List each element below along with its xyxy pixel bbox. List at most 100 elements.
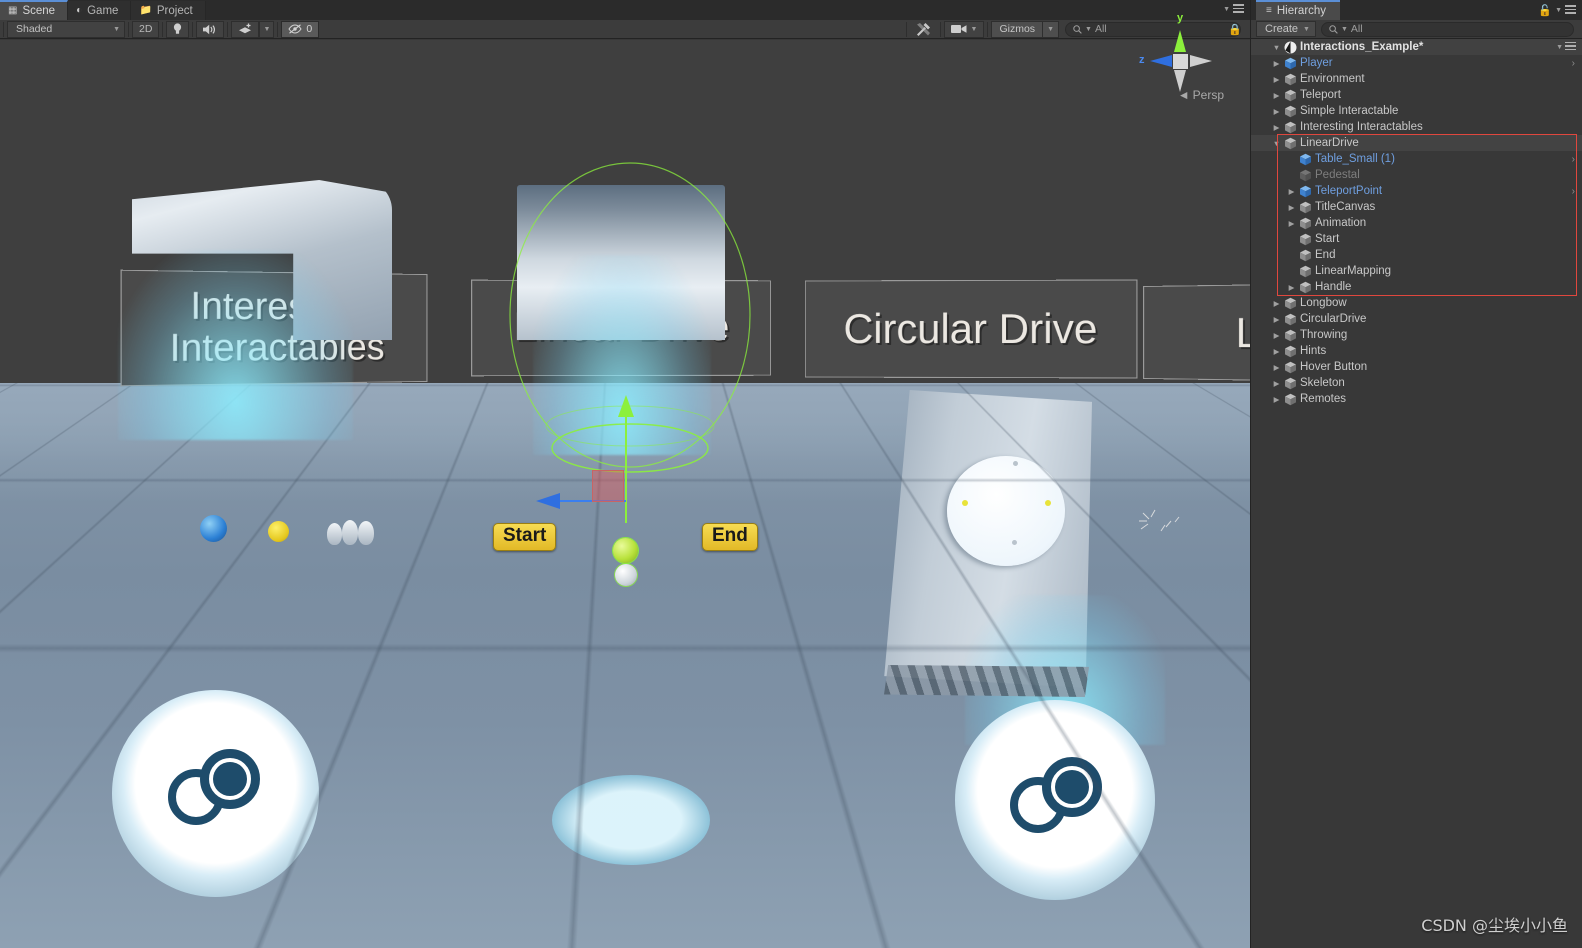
hidden-objects-count: 0 [306,24,312,35]
prefab-cube-icon [1298,153,1313,166]
twisty-collapsed-icon[interactable]: ▶ [1270,363,1283,372]
dial-handle-top[interactable] [1013,461,1018,466]
circular-drive-dial[interactable] [947,456,1065,566]
hierarchy-item-interesting-interactables[interactable]: ▶ Interesting Interactables [1251,119,1582,135]
scene-camera-button[interactable]: ▼ [944,21,985,38]
gameobject-cube-icon [1283,377,1298,390]
tab-scene[interactable]: ▦ Scene [0,0,68,20]
chevron-down-icon: ▼ [1303,26,1310,33]
hierarchy-item-pedestal[interactable]: Pedestal [1251,167,1582,183]
hierarchy-item-label: Longbow [1298,297,1347,309]
twisty-collapsed-icon[interactable]: ▶ [1270,123,1283,132]
twisty-collapsed-icon[interactable]: ▶ [1270,379,1283,388]
toolbar-divider [3,22,4,37]
hierarchy-item-skeleton[interactable]: ▶ Skeleton [1251,375,1582,391]
twisty-expanded-icon[interactable]: ▼ [1270,139,1283,148]
twisty-collapsed-icon[interactable]: ▶ [1270,315,1283,324]
create-button[interactable]: Create ▼ [1256,21,1316,37]
twisty-collapsed-icon[interactable]: ▶ [1270,347,1283,356]
dial-handle-left[interactable] [962,500,968,506]
hierarchy-item-label: LinearMapping [1313,265,1391,277]
hierarchy-search-input[interactable]: ▼ All [1321,22,1574,37]
hierarchy-item-circulardrive[interactable]: ▶ CircularDrive [1251,311,1582,327]
hierarchy-item-animation[interactable]: ▶ Animation [1251,215,1582,231]
gizmo-axis-y[interactable] [625,413,627,523]
toggle-2d-button[interactable]: 2D [132,21,159,38]
lock-icon[interactable]: 🔓 [1538,4,1552,17]
scene-orientation-gizmo[interactable]: y z [1132,12,1228,120]
twisty-collapsed-icon[interactable]: ▶ [1285,219,1298,228]
panel-menu-icon [1565,5,1576,16]
draw-mode-dropdown[interactable]: Shaded ▼ [7,21,125,38]
hierarchy-item-label: Remotes [1298,393,1346,405]
scene-fx-dropdown[interactable]: ▼ [259,21,274,38]
tab-hierarchy[interactable]: ≡ Hierarchy [1256,0,1340,20]
gameobject-cube-icon [1298,281,1313,294]
transform-gizmo[interactable] [520,395,700,530]
scene-audio-button[interactable] [196,21,224,38]
hierarchy-item-environment[interactable]: ▶ Environment [1251,71,1582,87]
scene-row-menu[interactable]: ▼ [1556,42,1576,53]
hierarchy-item-start[interactable]: Start [1251,231,1582,247]
twisty-expanded-icon[interactable]: ▼ [1270,43,1283,52]
hierarchy-item-label: Pedestal [1313,169,1360,181]
hierarchy-item-titlecanvas[interactable]: ▶ TitleCanvas [1251,199,1582,215]
twisty-collapsed-icon[interactable]: ▶ [1270,107,1283,116]
hierarchy-item-teleport[interactable]: ▶ Teleport [1251,87,1582,103]
gizmo-axis-y-arrow[interactable] [616,395,636,417]
toolbar-divider [277,22,278,37]
dial-handle-bottom[interactable] [1012,540,1017,545]
twisty-collapsed-icon[interactable]: ▶ [1270,299,1283,308]
scene-lighting-button[interactable] [166,21,189,38]
scene-lock-icon[interactable]: 🔒 [1228,23,1242,36]
hierarchy-item-throwing[interactable]: ▶ Throwing [1251,327,1582,343]
twisty-collapsed-icon[interactable]: ▶ [1270,59,1283,68]
hierarchy-item-label: Table_Small (1) [1313,153,1395,165]
hierarchy-item-player[interactable]: ▶ Player › [1251,55,1582,71]
twisty-collapsed-icon[interactable]: ▶ [1270,91,1283,100]
gameobject-cube-icon [1298,265,1313,278]
hierarchy-item-longbow[interactable]: ▶ Longbow [1251,295,1582,311]
hierarchy-item-simple-interactable[interactable]: ▶ Simple Interactable [1251,103,1582,119]
open-prefab-chevron-icon[interactable]: › [1572,154,1575,165]
hierarchy-item-hover-button[interactable]: ▶ Hover Button [1251,359,1582,375]
tab-project[interactable]: 📁 Project [131,1,205,20]
hierarchy-item-hints[interactable]: ▶ Hints [1251,343,1582,359]
circular-drive-base-stripes [884,665,1089,697]
gizmo-plane-handle[interactable] [592,470,624,502]
hierarchy-item-table-small-1[interactable]: Table_Small (1) › [1251,151,1582,167]
watermark: CSDN @尘埃小小鱼 [1421,912,1568,936]
hidden-objects-button[interactable]: 0 [281,21,319,38]
scene-viewport[interactable]: Interesting Interactables Linear Drive C… [0,40,1250,948]
hierarchy-item-label: TitleCanvas [1313,201,1375,213]
open-prefab-chevron-icon[interactable]: › [1572,58,1575,69]
hierarchy-item-linearmapping[interactable]: LinearMapping [1251,263,1582,279]
anchor-end-sphere[interactable] [615,564,637,586]
gizmos-dropdown[interactable]: ▼ [1042,22,1058,37]
hierarchy-item-lineardrive[interactable]: ▼ LinearDrive [1251,135,1582,151]
twisty-collapsed-icon[interactable]: ▶ [1285,203,1298,212]
hierarchy-item-teleportpoint[interactable]: ▶ TeleportPoint › [1251,183,1582,199]
hierarchy-item-handle[interactable]: ▶ Handle [1251,279,1582,295]
twisty-collapsed-icon[interactable]: ▶ [1270,75,1283,84]
anchor-start-sphere[interactable] [613,538,638,563]
twisty-collapsed-icon[interactable]: ▶ [1285,283,1298,292]
hierarchy-tree[interactable]: ▼ Interactions_Example* ▼ ▶ Player › ▶ Envir… [1251,39,1582,948]
scene-projection-toggle[interactable]: ◄ Persp [1178,88,1224,102]
hierarchy-panel-controls[interactable]: 🔓 ▼ [1538,4,1576,17]
gizmo-axis-z-arrow[interactable] [536,491,560,511]
hierarchy-item-end[interactable]: End [1251,247,1582,263]
scene-fx-button[interactable] [231,21,259,38]
twisty-collapsed-icon[interactable]: ▶ [1285,187,1298,196]
tab-project-label: Project [157,5,193,17]
gizmos-toggle[interactable]: Gizmos ▼ [991,21,1059,38]
hierarchy-item-label: Simple Interactable [1298,105,1398,117]
dial-handle-right[interactable] [1045,500,1051,506]
scene-tools-button[interactable] [910,21,937,38]
tab-game[interactable]: ◐ Game [68,1,131,20]
open-prefab-chevron-icon[interactable]: › [1572,186,1575,197]
hierarchy-item-remotes[interactable]: ▶ Remotes [1251,391,1582,407]
twisty-collapsed-icon[interactable]: ▶ [1270,331,1283,340]
twisty-collapsed-icon[interactable]: ▶ [1270,395,1283,404]
hierarchy-scene-root[interactable]: ▼ Interactions_Example* ▼ [1251,39,1582,55]
